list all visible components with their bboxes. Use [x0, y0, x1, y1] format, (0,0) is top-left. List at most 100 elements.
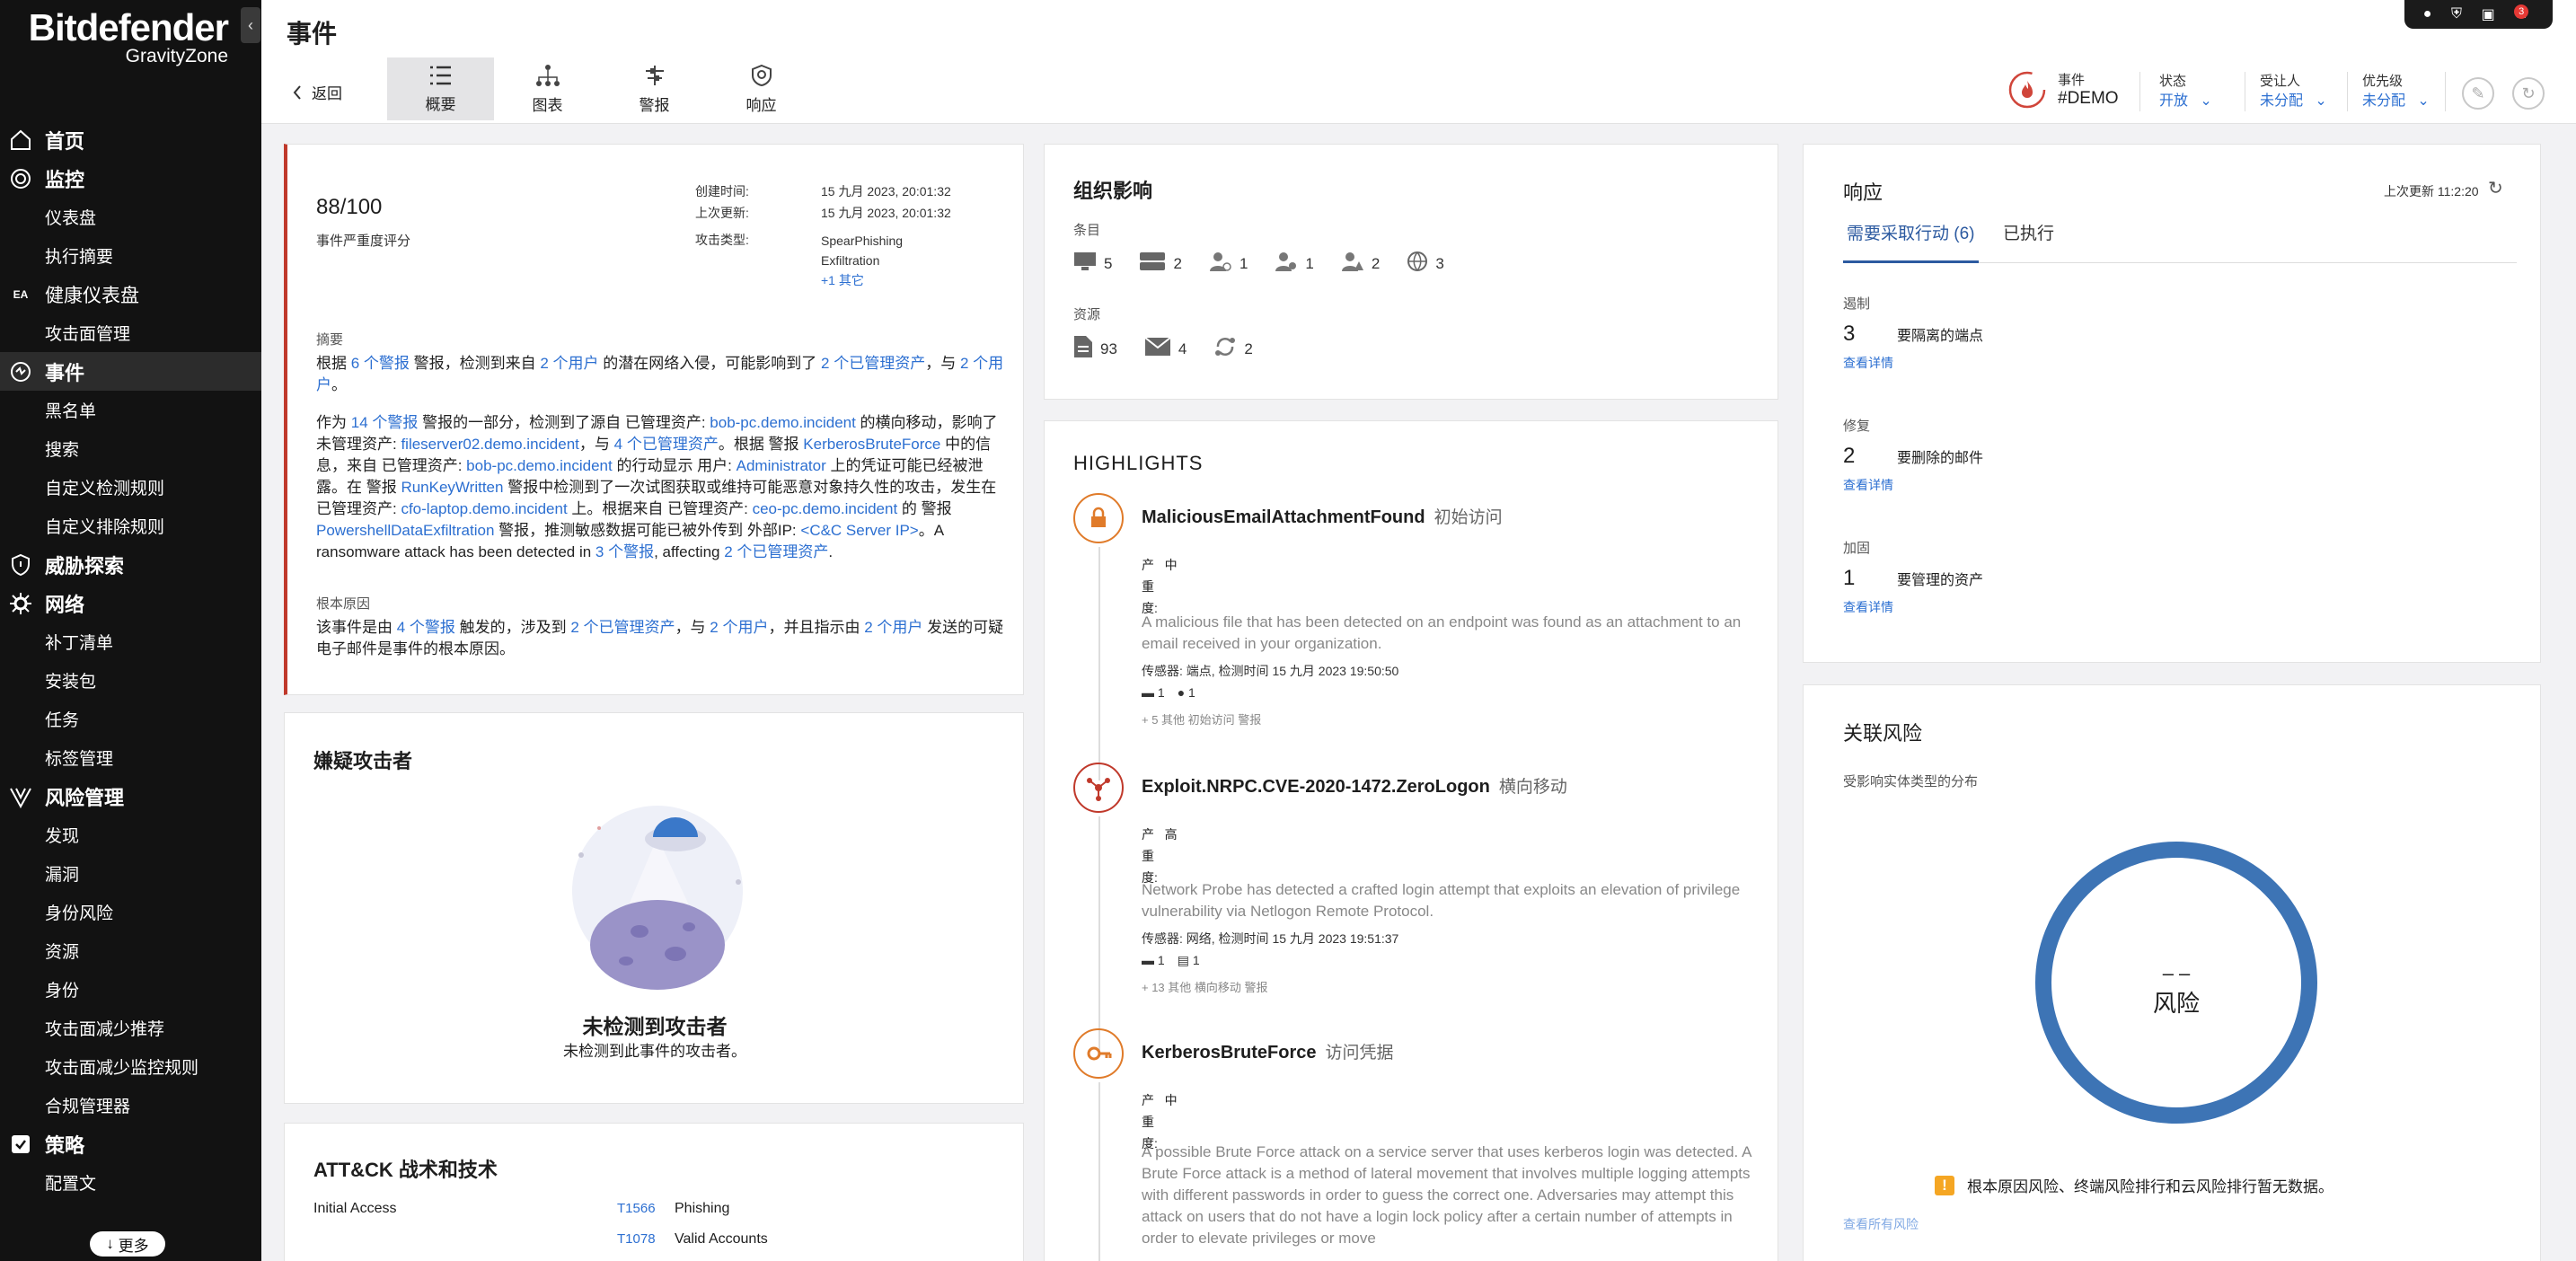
sidebar-item[interactable]: 搜索 — [0, 429, 261, 468]
user-icon[interactable]: ● — [2423, 6, 2432, 22]
view-details-link[interactable]: 查看详情 — [1843, 476, 1983, 494]
timeline-line — [1098, 547, 1100, 780]
collapse-sidebar-button[interactable]: ‹ — [241, 7, 260, 43]
sidebar-item[interactable]: 执行摘要 — [0, 236, 261, 275]
tab-graph[interactable]: 图表 — [494, 57, 601, 120]
inline-link[interactable]: 4 个警报 — [397, 619, 455, 636]
inline-link[interactable]: 6 个警报 — [351, 355, 410, 372]
sidebar-item[interactable]: 合规管理器 — [0, 1086, 261, 1124]
inline-link[interactable]: 4 个已管理资产 — [614, 436, 719, 453]
shield-status-icon[interactable]: ⛨ — [2451, 6, 2462, 22]
edit-icon: ✎ — [2471, 84, 2485, 102]
inline-link[interactable]: 2 个用户 — [864, 619, 922, 636]
inline-link[interactable]: fileserver02.demo.incident — [401, 436, 578, 453]
impact-entry[interactable]: 1 — [1275, 251, 1314, 277]
sidebar-item[interactable]: 监控 — [0, 159, 261, 198]
view-details-link[interactable]: 查看详情 — [1843, 354, 1983, 372]
inline-link[interactable]: cfo-laptop.demo.incident — [401, 500, 567, 517]
impact-entry[interactable]: 1 — [1209, 251, 1248, 277]
inline-link[interactable]: 3 个警报 — [595, 543, 654, 560]
tab-response-label: 响应 — [745, 96, 777, 114]
sidebar-item[interactable]: 首页 — [0, 120, 261, 159]
status-dropdown[interactable]: 状态 开放 ⌄ — [2159, 72, 2212, 111]
sidebar-item[interactable]: 攻击面减少监控规则 — [0, 1047, 261, 1086]
severity-label: 产 — [1142, 827, 1154, 842]
tab-executed[interactable]: 已执行 — [2003, 220, 2054, 244]
technique-id-link[interactable]: T1078 — [617, 1231, 656, 1247]
risk-warning-text: 根本原因风险、终端风险排行和云风险排行暂无数据。 — [1967, 1178, 2333, 1195]
sidebar-item[interactable]: 策略 — [0, 1124, 261, 1163]
edit-button[interactable]: ✎ — [2462, 77, 2494, 110]
tab-response[interactable]: 响应 — [708, 57, 815, 120]
updated-value: 15 九月 2023, 20:01:32 — [821, 206, 951, 220]
inline-link[interactable]: <C&C Server IP> — [800, 522, 918, 539]
brand-logo[interactable]: Bitdefender GravityZone — [13, 7, 229, 66]
sidebar-item[interactable]: 安装包 — [0, 661, 261, 700]
view-details-link[interactable]: 查看详情 — [1843, 598, 1983, 616]
sidebar-item[interactable]: 任务 — [0, 700, 261, 738]
sidebar-item[interactable]: 发现 — [0, 816, 261, 854]
refresh-button[interactable]: ↻ — [2512, 77, 2545, 110]
tab-alerts[interactable]: 警报 — [601, 57, 708, 120]
sidebar-item[interactable]: 威胁探索 — [0, 545, 261, 584]
inline-link[interactable]: bob-pc.demo.incident — [466, 457, 613, 474]
sidebar-item[interactable]: 自定义检测规则 — [0, 468, 261, 507]
sidebar-item[interactable]: 事件 — [0, 352, 261, 391]
highlight-item[interactable]: Exploit.NRPC.CVE-2020-1472.ZeroLogon 横向移动… — [1073, 763, 1756, 1050]
inline-link[interactable]: KerberosBruteForce — [803, 436, 940, 453]
sidebar-item[interactable]: 漏洞 — [0, 854, 261, 893]
inline-link[interactable]: ceo-pc.demo.incident — [753, 500, 898, 517]
sidebar-item-label: 配置文 — [45, 1175, 97, 1194]
sidebar-item[interactable]: 网络 — [0, 584, 261, 622]
bell-icon[interactable]: ▲3 — [2514, 4, 2534, 22]
sidebar-item[interactable]: 身份风险 — [0, 893, 261, 931]
tab-summary[interactable]: 概要 — [387, 57, 494, 120]
impact-entry[interactable]: 93 — [1073, 335, 1117, 363]
inline-link[interactable]: RunKeyWritten — [401, 479, 503, 496]
impact-entry[interactable]: 2 — [1139, 251, 1182, 276]
sidebar-item[interactable]: 自定义排除规则 — [0, 507, 261, 545]
more-alerts-link[interactable]: + 13 其他 横向移动 警报 — [1142, 978, 1268, 995]
inline-link[interactable]: 14 个警报 — [351, 414, 419, 431]
assignee-dropdown[interactable]: 受让人 未分配 ⌄ — [2260, 72, 2327, 111]
sidebar-item[interactable]: 补丁清单 — [0, 622, 261, 661]
sidebar-item[interactable]: 资源 — [0, 931, 261, 970]
gift-icon[interactable]: ▣ — [2482, 5, 2495, 23]
back-button[interactable]: 返回 — [292, 81, 342, 103]
sidebar-item-label: 首页 — [45, 129, 85, 153]
inline-link[interactable]: Administrator — [737, 457, 826, 474]
sidebar-item[interactable]: 身份 — [0, 970, 261, 1009]
impact-entry[interactable]: 3 — [1407, 251, 1444, 277]
sidebar-item[interactable]: 配置文 — [0, 1163, 261, 1202]
highlight-item[interactable]: MaliciousEmailAttachmentFound 初始访问 产 中重度:… — [1073, 493, 1756, 780]
inline-link[interactable]: 2 个用户 — [710, 619, 768, 636]
sidebar-item[interactable]: EA 健康仪表盘 — [0, 275, 261, 313]
sidebar-item[interactable]: 标签管理 — [0, 738, 261, 777]
inline-link[interactable]: 2 个用户 — [540, 355, 598, 372]
attack-more-link[interactable]: +1 其它 — [821, 270, 903, 290]
priority-dropdown[interactable]: 优先级 未分配 ⌄ — [2362, 72, 2430, 111]
view-all-risks-link[interactable]: 查看所有风险 — [1843, 1215, 1919, 1233]
impact-entry[interactable]: 2 — [1341, 251, 1380, 277]
sidebar-item[interactable]: 黑名单 — [0, 391, 261, 429]
technique-id-link[interactable]: T1566 — [617, 1201, 656, 1216]
text-fragment: 。 — [331, 376, 347, 393]
highlight-item[interactable]: KerberosBruteForce 访问凭据产 中重度: A possible B… — [1073, 1028, 1756, 1261]
inline-link[interactable]: 2 个已管理资产 — [724, 543, 828, 560]
inline-link[interactable]: 2 个已管理资产 — [821, 355, 925, 372]
more-alerts-link[interactable]: + 5 其他 初始访问 警报 — [1142, 710, 1261, 728]
tab-action-required[interactable]: 需要采取行动 (6) — [1843, 220, 1979, 263]
sidebar-item[interactable]: 风险管理 — [0, 777, 261, 816]
timeline-line — [1098, 816, 1100, 1050]
inline-link[interactable]: bob-pc.demo.incident — [710, 414, 856, 431]
sidebar-item[interactable]: 仪表盘 — [0, 198, 261, 236]
impact-entry[interactable]: 4 — [1144, 337, 1187, 361]
refresh-icon[interactable]: ↻ — [2488, 177, 2503, 199]
impact-entry[interactable]: 2 — [1213, 335, 1253, 363]
impact-entry[interactable]: 5 — [1073, 251, 1112, 276]
inline-link[interactable]: 2 个已管理资产 — [570, 619, 675, 636]
inline-link[interactable]: PowershellDataExfiltration — [316, 522, 494, 539]
sidebar-item[interactable]: 攻击面减少推荐 — [0, 1009, 261, 1047]
sidebar-item[interactable]: 攻击面管理 — [0, 313, 261, 352]
more-button[interactable]: ↓ 更多 — [90, 1231, 165, 1257]
